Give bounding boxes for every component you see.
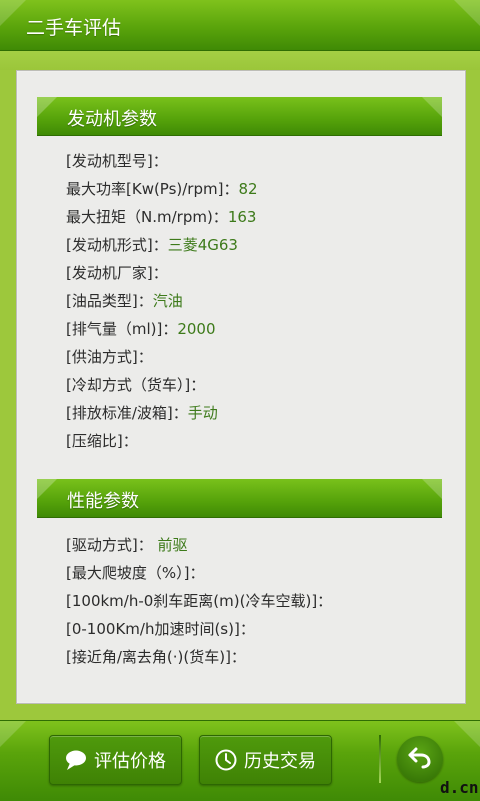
param-row-displacement: [排气量（ml)]：2000: [66, 315, 258, 343]
param-row-max-power: 最大功率[Kw(Ps)/rpm]：82: [66, 175, 258, 203]
performance-params-list: [驱动方式]： 前驱 [最大爬坡度（%）]： [100km/h-0刹车距离(m)…: [66, 531, 332, 671]
watermark-text: d.cn: [440, 778, 479, 797]
param-label: [冷却方式（货车）]：: [66, 376, 206, 394]
param-row-braking-distance: [100km/h-0刹车距离(m)(冷车空载)]：: [66, 587, 332, 615]
param-value: 手动: [187, 404, 218, 422]
engine-params-list: [发动机型号]： 最大功率[Kw(Ps)/rpm]：82 最大扭矩（N.m/rp…: [66, 147, 258, 455]
history-trades-label: 历史交易: [244, 751, 316, 772]
back-arrow-icon: [407, 744, 433, 774]
toolbar-corner-decoration: [0, 721, 26, 747]
content-panel[interactable]: 发动机参数 [发动机型号]： 最大功率[Kw(Ps)/rpm]：82 最大扭矩（…: [16, 70, 466, 704]
title-bar-corner-decoration: [454, 0, 480, 26]
section-title-performance: 性能参数: [67, 491, 139, 512]
param-row-engine-type: [发动机形式]：三菱4G63: [66, 231, 258, 259]
evaluate-price-button[interactable]: 评估价格: [49, 735, 182, 785]
param-label: [压缩比]：: [66, 432, 138, 450]
section-header-engine: 发动机参数: [37, 97, 442, 136]
param-row-drive-type: [驱动方式]： 前驱: [66, 531, 332, 559]
param-label: 最大扭矩（N.m/rpm)：: [66, 208, 228, 226]
param-row-emission-gearbox: [排放标准/波箱]：手动: [66, 399, 258, 427]
param-row-fuel-supply: [供油方式]：: [66, 343, 258, 371]
param-value: 汽油: [152, 292, 183, 310]
title-bar: 二手车评估: [0, 0, 480, 51]
param-row-fuel-type: [油品类型]：汽油: [66, 287, 258, 315]
top-band: [0, 51, 480, 70]
param-label: [100km/h-0刹车距离(m)(冷车空载)]：: [66, 592, 333, 610]
clock-icon: [214, 748, 238, 772]
param-row-approach-departure: [接近角/离去角(·)(货车)]：: [66, 643, 332, 671]
param-label: 最大功率[Kw(Ps)/rpm]：: [66, 180, 239, 198]
param-label: [发动机厂家]：: [66, 264, 168, 282]
param-value: 三菱4G63: [167, 236, 238, 254]
param-row-engine-maker: [发动机厂家]：: [66, 259, 258, 287]
param-label: [排气量（ml)]：: [66, 320, 178, 338]
section-header-performance: 性能参数: [37, 479, 442, 518]
chat-bubble-icon: [64, 749, 88, 771]
param-label: [接近角/离去角(·)(货车)]：: [66, 648, 246, 666]
header-decoration: [37, 97, 57, 117]
header-decoration: [422, 479, 442, 499]
param-label: [最大爬坡度（%）]：: [66, 564, 205, 582]
param-label: [油品类型]：: [66, 292, 153, 310]
header-decoration: [37, 479, 57, 499]
page-title: 二手车评估: [26, 17, 122, 39]
param-label: [供油方式]：: [66, 348, 153, 366]
header-decoration: [422, 97, 442, 117]
param-label: [0-100Km/h加速时间(s)]：: [66, 620, 255, 638]
param-value: 2000: [177, 320, 216, 338]
toolbar-corner-decoration: [454, 721, 480, 747]
param-value: 前驱: [157, 536, 188, 554]
param-value: 82: [238, 180, 258, 198]
param-value: 163: [227, 208, 257, 226]
param-row-cooling: [冷却方式（货车）]：: [66, 371, 258, 399]
title-bar-corner-decoration: [0, 0, 26, 26]
param-row-max-torque: 最大扭矩（N.m/rpm)：163: [66, 203, 258, 231]
back-button[interactable]: [397, 736, 443, 782]
toolbar-divider: [379, 735, 381, 783]
section-title-engine: 发动机参数: [67, 109, 157, 130]
bottom-toolbar: 评估价格 历史交易: [0, 720, 480, 801]
param-row-compression: [压缩比]：: [66, 427, 258, 455]
param-row-max-gradient: [最大爬坡度（%）]：: [66, 559, 332, 587]
param-label: [排放标准/波箱]：: [66, 404, 188, 422]
param-row-engine-model: [发动机型号]：: [66, 147, 258, 175]
param-label: [驱动方式]：: [66, 536, 158, 554]
evaluate-price-label: 评估价格: [94, 751, 166, 772]
param-row-acceleration: [0-100Km/h加速时间(s)]：: [66, 615, 332, 643]
param-label: [发动机形式]：: [66, 236, 168, 254]
param-label: [发动机型号]：: [66, 152, 168, 170]
history-trades-button[interactable]: 历史交易: [199, 735, 332, 785]
